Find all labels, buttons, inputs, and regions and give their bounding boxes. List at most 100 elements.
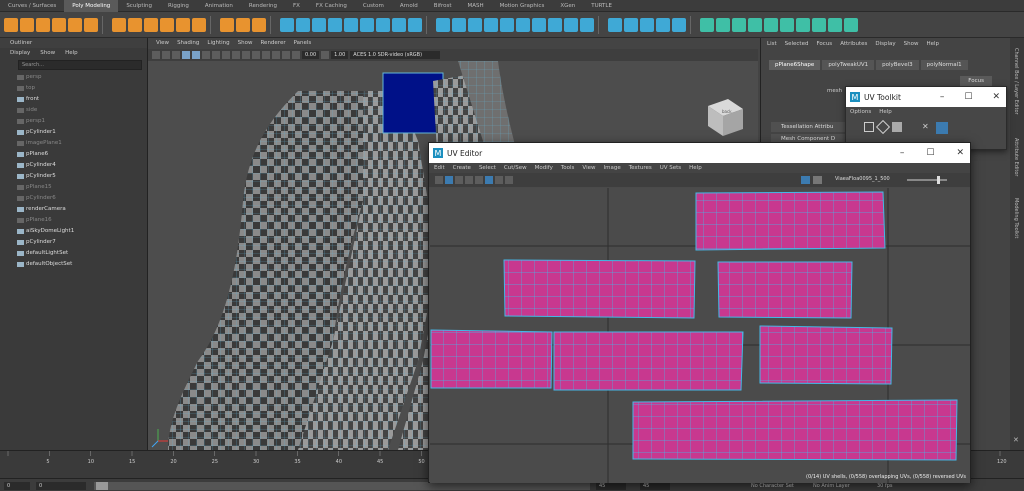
aa-icon[interactable] — [252, 51, 260, 59]
shelf-tool-icon[interactable] — [764, 17, 778, 32]
cube-icon[interactable] — [892, 122, 902, 132]
uv-toolkit-titlebar[interactable]: M UV Toolkit – ☐ ✕ — [846, 87, 1006, 107]
outliner-item[interactable]: pPlane6 — [0, 149, 147, 160]
attribute-tab[interactable]: pPlane6Shape — [769, 60, 821, 70]
outliner-item[interactable]: top — [0, 83, 147, 94]
tab-attribute-editor[interactable]: Attribute Editor — [1013, 138, 1019, 176]
uv-shell[interactable] — [632, 399, 958, 461]
uv-editor-menu-item[interactable]: Edit — [434, 163, 445, 173]
viewport-menu-item[interactable]: Panels — [294, 38, 312, 49]
shelf-tool-icon[interactable] — [344, 17, 358, 32]
shelf-tool-icon[interactable] — [376, 17, 390, 32]
start-frame-field[interactable]: 0 — [4, 482, 30, 490]
shelf-tab[interactable]: Poly Modeling — [64, 0, 119, 12]
shelf-tool-icon[interactable] — [608, 17, 622, 32]
select-square-icon[interactable] — [864, 122, 874, 132]
uv-editor-menu-item[interactable]: Select — [479, 163, 496, 173]
shelf-tool-icon[interactable] — [312, 17, 326, 32]
close-icon[interactable]: ✕ — [992, 92, 1000, 102]
shelf-tool-icon[interactable] — [580, 17, 594, 32]
uv-dim-icon[interactable] — [505, 176, 513, 184]
uv-editor-menu-item[interactable]: Textures — [629, 163, 652, 173]
uv-editor-menu-item[interactable]: Create — [453, 163, 471, 173]
shelf-tool-icon[interactable] — [144, 17, 158, 32]
shelf-tab[interactable]: Custom — [355, 0, 392, 12]
shelf-tool-icon[interactable] — [732, 17, 746, 32]
attribute-menu-item[interactable]: Focus — [816, 38, 832, 50]
shelf-tool-icon[interactable] — [436, 17, 450, 32]
uv-exposure-slider[interactable] — [907, 179, 947, 181]
shelf-tool-icon[interactable] — [564, 17, 578, 32]
viewcube[interactable]: back — [708, 99, 743, 136]
shelf-tab[interactable]: Motion Graphics — [492, 0, 553, 12]
shelf-tool-icon[interactable] — [52, 17, 66, 32]
shelf-tool-icon[interactable] — [780, 17, 794, 32]
shelf-tool-icon[interactable] — [84, 17, 98, 32]
shelf-tool-icon[interactable] — [548, 17, 562, 32]
outliner-item[interactable]: front — [0, 94, 147, 105]
shelf-tab[interactable]: Sculpting — [118, 0, 160, 12]
uv-editor-menu-item[interactable]: Help — [689, 163, 702, 173]
attribute-menu-item[interactable]: Attributes — [840, 38, 867, 50]
shelf-tool-icon[interactable] — [408, 17, 422, 32]
shelf-tool-icon[interactable] — [176, 17, 190, 32]
current-start-field[interactable]: 0 — [36, 482, 86, 490]
gamma-field[interactable]: 1.00 — [331, 51, 349, 59]
uv-editor-menu-item[interactable]: View — [582, 163, 595, 173]
viewport-menu-item[interactable]: Renderer — [260, 38, 285, 49]
shelf-tab[interactable]: Curves / Surfaces — [0, 0, 64, 12]
uv-checker-toggle-icon[interactable] — [813, 176, 822, 184]
tab-channel-box[interactable]: Channel Box / Layer Editor — [1013, 48, 1019, 115]
uv-toolkit-menu-item[interactable]: Options — [850, 107, 871, 118]
uv-texture-field[interactable]: ViaeaFloa0095_1_500 — [835, 176, 890, 182]
shelf-tool-icon[interactable] — [236, 17, 250, 32]
shelf-tool-icon[interactable] — [452, 17, 466, 32]
shelf-tool-icon[interactable] — [252, 17, 266, 32]
range-handle[interactable] — [96, 482, 108, 490]
outliner-item[interactable]: defaultLightSet — [0, 248, 147, 259]
uv-editor-menu-item[interactable]: Image — [603, 163, 620, 173]
shelf-tool-icon[interactable] — [360, 17, 374, 32]
shelf-tab[interactable]: Bifrost — [426, 0, 460, 12]
outliner-menu-item[interactable]: Help — [65, 48, 78, 58]
focus-button[interactable]: Focus — [960, 76, 992, 86]
close-icon[interactable]: ✕ — [1013, 436, 1019, 444]
attribute-tab[interactable]: polyBevel3 — [876, 60, 919, 70]
fps-select[interactable]: 30 fps — [874, 482, 906, 490]
wireframe-icon[interactable] — [172, 51, 180, 59]
viewport-menu-item[interactable]: Show — [238, 38, 253, 49]
shelf-tool-icon[interactable] — [192, 17, 206, 32]
shelf-tool-icon[interactable] — [20, 17, 34, 32]
outliner-item[interactable]: pPlane16 — [0, 215, 147, 226]
uv-editor-menu-item[interactable]: Modify — [535, 163, 553, 173]
uv-shell[interactable] — [695, 191, 886, 251]
shelf-tool-icon[interactable] — [36, 17, 50, 32]
outliner-item[interactable]: persp1 — [0, 116, 147, 127]
uv-exposure-handle[interactable] — [937, 176, 940, 184]
shelf-tab[interactable]: Arnold — [392, 0, 426, 12]
grid-icon[interactable] — [162, 51, 170, 59]
lights-icon[interactable] — [202, 51, 210, 59]
select-diamond-icon[interactable] — [875, 119, 891, 135]
uv-shell[interactable] — [430, 329, 553, 389]
uv-shell[interactable] — [503, 259, 696, 319]
uv-select-icon[interactable] — [435, 176, 443, 184]
maximize-icon[interactable]: ☐ — [964, 92, 972, 102]
outliner-menu-item[interactable]: Display — [10, 48, 30, 58]
shelf-tab[interactable]: FX Caching — [308, 0, 355, 12]
uv-texture-toggle-icon[interactable] — [801, 176, 810, 184]
uv-distortion-icon[interactable] — [475, 176, 483, 184]
minimize-icon[interactable]: – — [940, 92, 945, 102]
outliner-item[interactable]: pCylinder7 — [0, 237, 147, 248]
uv-grid-icon[interactable] — [445, 176, 453, 184]
smooth-shade-icon[interactable] — [182, 51, 190, 59]
outliner-item[interactable]: persp — [0, 72, 147, 83]
attribute-menu-item[interactable]: Selected — [785, 38, 809, 50]
shelf-tool-icon[interactable] — [672, 17, 686, 32]
outliner-item[interactable]: defaultObjectSet — [0, 259, 147, 270]
outliner-item[interactable]: pCylinder1 — [0, 127, 147, 138]
outliner-search-input[interactable]: Search... — [18, 60, 142, 70]
anim-end-field[interactable]: 45 — [640, 482, 670, 490]
minimize-icon[interactable]: – — [900, 148, 905, 158]
uv-shaded-icon[interactable] — [465, 176, 473, 184]
